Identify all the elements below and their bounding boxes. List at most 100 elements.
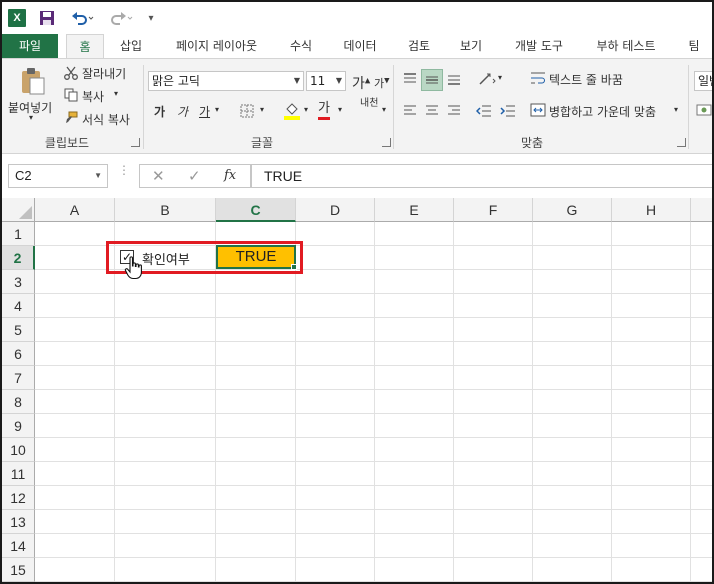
column-header-c[interactable]: C (216, 198, 296, 222)
column-header-b[interactable]: B (115, 198, 216, 222)
column-header-a[interactable]: A (35, 198, 115, 222)
font-name-select[interactable]: 맑은 고딕 ▼ (148, 71, 304, 91)
group-separator (393, 65, 394, 149)
row-header-10[interactable]: 10 (2, 438, 35, 462)
row-header-4[interactable]: 4 (2, 294, 35, 318)
decrease-indent-icon[interactable] (474, 101, 494, 121)
cancel-icon[interactable]: ✕ (152, 167, 165, 185)
redo-icon[interactable] (108, 9, 134, 27)
row-header-6[interactable]: 6 (2, 342, 35, 366)
cut-button[interactable]: 잘라내기 (82, 65, 126, 82)
align-top-icon[interactable] (400, 69, 420, 89)
undo-icon[interactable] (69, 9, 95, 27)
grow-font-button[interactable]: 가▲ (352, 73, 370, 93)
accounting-format-icon[interactable] (696, 101, 712, 119)
tab-view[interactable]: 보기 (450, 34, 492, 59)
format-painter-icon (63, 110, 79, 126)
row-header-9[interactable]: 9 (2, 414, 35, 438)
formula-input[interactable]: TRUE (251, 164, 712, 188)
excel-logo-icon: X (8, 9, 26, 27)
orientation-dropdown-icon[interactable]: ▾ (498, 73, 502, 82)
wrap-text-button[interactable]: 텍스트 줄 바꿈 (549, 71, 623, 88)
font-size-select[interactable]: 11 ▼ (306, 71, 346, 91)
clipboard-launcher-icon[interactable] (131, 138, 140, 147)
excel-window: X ▾ 파일 홈 삽입 페이지 레이아웃 수식 데이터 검토 보기 개발 도구 … (0, 0, 714, 584)
chevron-down-icon[interactable]: ▼ (94, 165, 102, 187)
row-header-5[interactable]: 5 (2, 318, 35, 342)
paste-icon[interactable] (16, 65, 50, 97)
align-right-icon[interactable] (444, 101, 464, 121)
row-header-1[interactable]: 1 (2, 222, 35, 246)
formula-bar: C2 ▼ ⋮ ✕ ✓ fx TRUE (2, 154, 712, 198)
orientation-icon[interactable] (476, 69, 498, 89)
underline-button[interactable]: 가 (199, 103, 210, 120)
format-painter-button[interactable]: 서식 복사 (82, 111, 130, 128)
row-header-12[interactable]: 12 (2, 486, 35, 510)
bold-button[interactable]: 가 (154, 103, 165, 120)
borders-dropdown-icon[interactable]: ▾ (260, 105, 264, 114)
underline-dropdown-icon[interactable]: ▾ (215, 105, 219, 114)
worksheet-grid[interactable]: A B C D E F G H 1 2 3 4 5 6 7 8 9 10 11 … (2, 198, 712, 582)
row-header-7[interactable]: 7 (2, 366, 35, 390)
tab-load-test[interactable]: 부하 테스트 (586, 34, 666, 59)
paste-dropdown-icon[interactable]: ▾ (29, 113, 33, 122)
merge-center-button[interactable]: 병합하고 가운데 맞춤 (549, 103, 656, 120)
column-header-g[interactable]: G (533, 198, 612, 222)
tab-review[interactable]: 검토 (398, 34, 440, 59)
select-all-button[interactable] (2, 198, 35, 222)
copy-button[interactable]: 복사 (82, 88, 104, 105)
resize-handle-icon[interactable]: ⋮ (118, 164, 130, 184)
group-separator (688, 65, 689, 149)
fill-color-dropdown-icon[interactable]: ▾ (304, 105, 308, 114)
tab-insert[interactable]: 삽입 (110, 34, 152, 59)
column-header-e[interactable]: E (375, 198, 454, 222)
save-icon[interactable] (39, 9, 55, 27)
customize-qat-icon[interactable]: ▾ (144, 9, 158, 27)
clipboard-group-label: 클립보드 (44, 136, 90, 150)
row-header-15[interactable]: 15 (2, 558, 35, 582)
column-header-f[interactable]: F (454, 198, 533, 222)
align-bottom-icon[interactable] (444, 69, 464, 89)
enter-icon[interactable]: ✓ (188, 167, 201, 185)
font-color-button[interactable]: 가 (318, 101, 330, 120)
align-center-icon[interactable] (422, 101, 442, 121)
column-header-d[interactable]: D (296, 198, 375, 222)
phonetic-dropdown-icon[interactable]: ▾ (382, 105, 386, 114)
insert-function-icon[interactable]: fx (224, 168, 236, 183)
phonetic-button[interactable]: 내천 (360, 99, 378, 109)
row-header-13[interactable]: 13 (2, 510, 35, 534)
tab-formulas[interactable]: 수식 (280, 34, 322, 59)
tab-team[interactable]: 팀 (680, 34, 708, 59)
alignment-launcher-icon[interactable] (677, 138, 686, 147)
merge-center-dropdown-icon[interactable]: ▾ (674, 105, 678, 114)
ribbon-home: 붙여넣기 ▾ 잘라내기 복사 ▾ 서식 복사 클립보드 맑은 고딕 ▼ 11 ▼… (2, 58, 712, 154)
ribbon-tabs: 파일 홈 삽입 페이지 레이아웃 수식 데이터 검토 보기 개발 도구 부하 테… (2, 34, 712, 59)
copy-dropdown-icon[interactable]: ▾ (114, 89, 118, 98)
tab-file[interactable]: 파일 (2, 34, 58, 59)
group-separator (143, 65, 144, 149)
align-middle-icon[interactable] (421, 69, 443, 91)
tab-home[interactable]: 홈 (66, 34, 104, 59)
italic-button[interactable]: 가 (177, 103, 188, 120)
increase-indent-icon[interactable] (498, 101, 518, 121)
row-header-3[interactable]: 3 (2, 270, 35, 294)
name-box[interactable]: C2 ▼ (8, 164, 108, 188)
font-name-value: 맑은 고딕 (152, 74, 200, 88)
shrink-font-button[interactable]: 가▼ (374, 75, 390, 91)
tab-data[interactable]: 데이터 (332, 34, 388, 59)
scissors-icon (63, 65, 79, 81)
font-launcher-icon[interactable] (382, 138, 391, 147)
fill-color-icon[interactable] (283, 101, 301, 121)
tab-developer[interactable]: 개발 도구 (504, 34, 574, 59)
row-header-8[interactable]: 8 (2, 390, 35, 414)
number-format-select[interactable]: 일반 (694, 71, 712, 91)
align-left-icon[interactable] (400, 101, 420, 121)
row-header-14[interactable]: 14 (2, 534, 35, 558)
column-header-i[interactable] (691, 198, 712, 222)
column-header-h[interactable]: H (612, 198, 691, 222)
font-color-dropdown-icon[interactable]: ▾ (338, 105, 342, 114)
row-header-2[interactable]: 2 (2, 246, 35, 270)
tab-page-layout[interactable]: 페이지 레이아웃 (164, 34, 269, 59)
borders-icon[interactable] (239, 103, 255, 119)
row-header-11[interactable]: 11 (2, 462, 35, 486)
